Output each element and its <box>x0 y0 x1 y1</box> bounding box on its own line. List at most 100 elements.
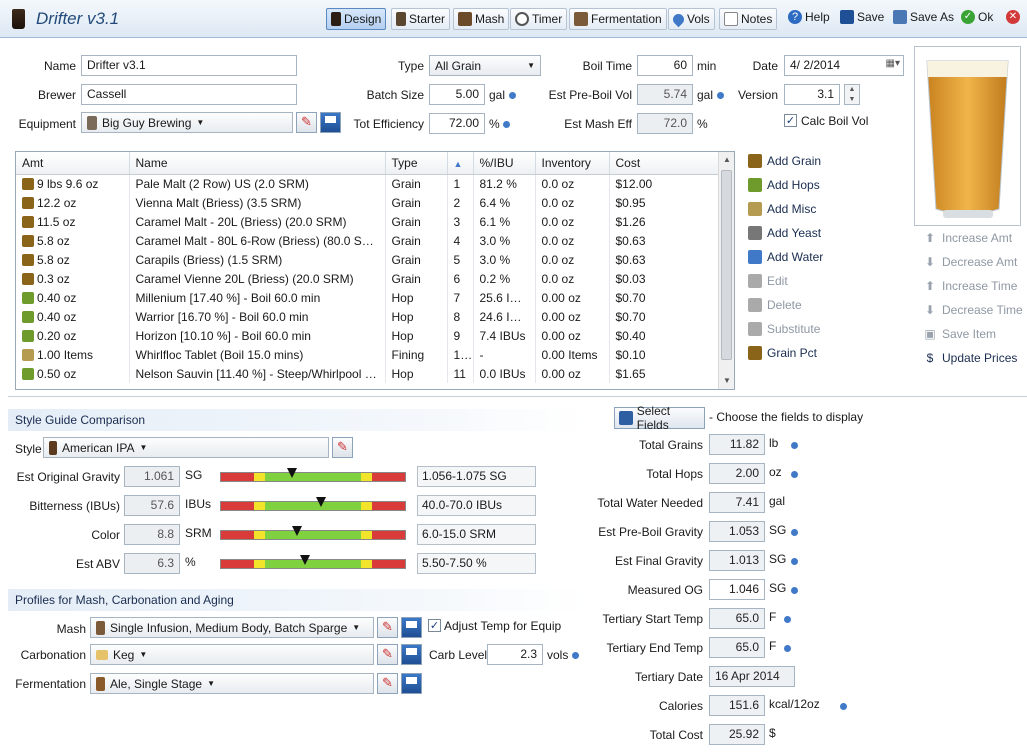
batch-size-input[interactable]: 5.00 <box>429 84 485 105</box>
move-action-update-prices[interactable]: $ Update Prices <box>923 351 1018 365</box>
efficiency-input[interactable]: 72.00 <box>429 113 485 134</box>
info-dot-icon[interactable] <box>784 616 791 623</box>
side-action-add-grain[interactable]: Add Grain <box>748 154 821 168</box>
move-action-increase-amt[interactable]: ⬆ Increase Amt <box>923 231 1012 245</box>
side-action-add-hops[interactable]: Add Hops <box>748 178 820 192</box>
side-action-delete[interactable]: Delete <box>748 298 802 312</box>
save-icon <box>840 10 854 24</box>
move-action-decrease-time[interactable]: ⬇ Decrease Time <box>923 303 1023 317</box>
cell-order: 11 <box>447 364 474 383</box>
table-row[interactable]: 0.20 oz Horizon [10.10 %] - Boil 60.0 min… <box>16 326 720 345</box>
side-action-add-misc[interactable]: Add Misc <box>748 202 816 216</box>
column-header-amt[interactable]: Amt <box>16 152 130 175</box>
side-action-edit[interactable]: Edit <box>748 274 788 288</box>
style-select[interactable]: American IPA ▼ <box>43 437 329 458</box>
version-spinner[interactable]: ▲ ▼ <box>844 84 860 105</box>
scroll-down-icon[interactable]: ▼ <box>723 376 731 385</box>
version-input[interactable]: 3.1 <box>784 84 840 105</box>
info-dot-icon[interactable] <box>791 529 798 536</box>
table-row[interactable]: 0.50 oz Nelson Sauvin [11.40 %] - Steep/W… <box>16 364 720 383</box>
table-row[interactable]: 5.8 oz Caramel Malt - 80L 6-Row (Briess) … <box>16 231 720 250</box>
name-input[interactable]: Drifter v3.1 <box>81 55 297 76</box>
side-action-grain-pct[interactable]: Grain Pct <box>748 346 817 360</box>
tab-timer[interactable]: Timer <box>510 8 568 30</box>
hop-icon <box>748 178 762 192</box>
hop-icon <box>22 310 34 323</box>
info-dot-icon[interactable] <box>572 652 579 659</box>
cell-pct-ibu: 3.0 % <box>473 250 536 269</box>
field-value[interactable]: 1.046 <box>709 579 765 600</box>
table-scrollbar[interactable]: ▲ ▼ <box>718 152 734 389</box>
table-row[interactable]: 12.2 oz Vienna Malt (Briess) (3.5 SRM) Gra… <box>16 193 720 212</box>
calendar-icon[interactable]: ▦▾ <box>886 58 900 69</box>
info-dot-icon[interactable] <box>503 121 510 128</box>
edit-fermentation-button[interactable] <box>377 673 398 694</box>
table-row[interactable]: 9 lbs 9.6 oz Pale Malt (2 Row) US (2.0 SR… <box>16 174 720 193</box>
equipment-select[interactable]: Big Guy Brewing ▼ <box>81 112 293 133</box>
tab-starter[interactable]: Starter <box>391 8 451 30</box>
boil-time-input[interactable]: 60 <box>637 55 693 76</box>
info-dot-icon[interactable] <box>791 558 798 565</box>
move-action-save-item[interactable]: ▣ Save Item <box>923 327 996 341</box>
save-button[interactable]: Save <box>840 10 884 24</box>
mash-eff-unit: % <box>697 117 708 131</box>
date-picker[interactable]: 4/ 2/2014 ▦▾ <box>784 55 904 76</box>
info-dot-icon[interactable] <box>791 471 798 478</box>
column-header-sort[interactable]: ▲ <box>447 152 474 175</box>
table-row[interactable]: 0.40 oz Warrior [16.70 %] - Boil 60.0 min… <box>16 307 720 326</box>
mash-profile-select[interactable]: Single Infusion, Medium Body, Batch Spar… <box>90 617 374 638</box>
move-action-decrease-amt[interactable]: ⬇ Decrease Amt <box>923 255 1017 269</box>
help-button[interactable]: ? Help <box>788 10 830 24</box>
edit-carbonation-button[interactable] <box>377 644 398 665</box>
ingredients-table[interactable]: Amt Name Type ▲ %/IBU Inventory Cost 9 l… <box>15 151 735 390</box>
side-action-substitute[interactable]: Substitute <box>748 322 820 336</box>
tab-notes[interactable]: Notes <box>719 8 778 30</box>
fermentation-select[interactable]: Ale, Single Stage ▼ <box>90 673 374 694</box>
tab-design[interactable]: Design <box>326 8 387 30</box>
side-action-add-yeast[interactable]: Add Yeast <box>748 226 821 240</box>
column-header-cost[interactable]: Cost <box>609 152 720 175</box>
select-fields-button[interactable]: Select Fields <box>614 404 705 432</box>
save-as-button[interactable]: Save As <box>893 10 954 24</box>
edit-mash-button[interactable] <box>377 617 398 638</box>
column-header-inventory[interactable]: Inventory <box>535 152 610 175</box>
table-row[interactable]: 11.5 oz Caramel Malt - 20L (Briess) (20.0… <box>16 212 720 231</box>
brewer-input[interactable]: Cassell <box>81 84 297 105</box>
table-row[interactable]: 1.00 Items Whirlfloc Tablet (Boil 15.0 mi… <box>16 345 720 364</box>
info-dot-icon[interactable] <box>784 645 791 652</box>
carbonation-select[interactable]: Keg ▼ <box>90 644 374 665</box>
table-row[interactable]: 0.3 oz Caramel Vienne 20L (Briess) (20.0 … <box>16 269 720 288</box>
tab-fermentation[interactable]: Fermentation <box>569 8 667 30</box>
side-action-add-water[interactable]: Add Water <box>748 250 823 264</box>
column-header-name[interactable]: Name <box>129 152 386 175</box>
type-select[interactable]: All Grain ▼ <box>429 55 541 76</box>
tab-mash[interactable]: Mash <box>453 8 510 30</box>
calc-boil-vol-checkbox[interactable]: ✓ <box>784 114 797 127</box>
cell-amt: 1.00 Items <box>16 345 130 364</box>
info-dot-icon[interactable] <box>791 442 798 449</box>
cell-name: Vienna Malt (Briess) (3.5 SRM) <box>129 193 386 212</box>
ok-button[interactable]: ✓ Ok <box>961 10 993 24</box>
cancel-button[interactable]: ✕ <box>1006 10 1020 24</box>
cell-amt: 0.3 oz <box>16 269 130 288</box>
save-fermentation-button[interactable] <box>401 673 422 694</box>
scroll-up-icon[interactable]: ▲ <box>723 155 731 164</box>
name-label: Name <box>43 59 76 73</box>
edit-style-button[interactable] <box>332 437 353 458</box>
adjust-temp-checkbox[interactable]: ✓ <box>428 619 441 632</box>
table-row[interactable]: 0.40 oz Millenium [17.40 %] - Boil 60.0 m… <box>16 288 720 307</box>
info-dot-icon[interactable] <box>791 587 798 594</box>
info-dot-icon[interactable] <box>840 703 847 710</box>
move-action-increase-time[interactable]: ⬆ Increase Time <box>923 279 1017 293</box>
info-dot-icon[interactable] <box>509 92 516 99</box>
column-header-pct-ibu[interactable]: %/IBU <box>473 152 536 175</box>
save-carbonation-button[interactable] <box>401 644 422 665</box>
column-header-type[interactable]: Type <box>385 152 448 175</box>
grain-icon <box>748 346 762 360</box>
carb-level-input[interactable]: 2.3 <box>487 644 543 665</box>
tab-vols[interactable]: Vols <box>668 8 715 30</box>
scroll-thumb[interactable] <box>721 170 732 360</box>
table-row[interactable]: 5.8 oz Carapils (Briess) (1.5 SRM) Grain 5 3… <box>16 250 720 269</box>
save-mash-button[interactable] <box>401 617 422 638</box>
edit-equipment-button[interactable] <box>296 112 317 133</box>
